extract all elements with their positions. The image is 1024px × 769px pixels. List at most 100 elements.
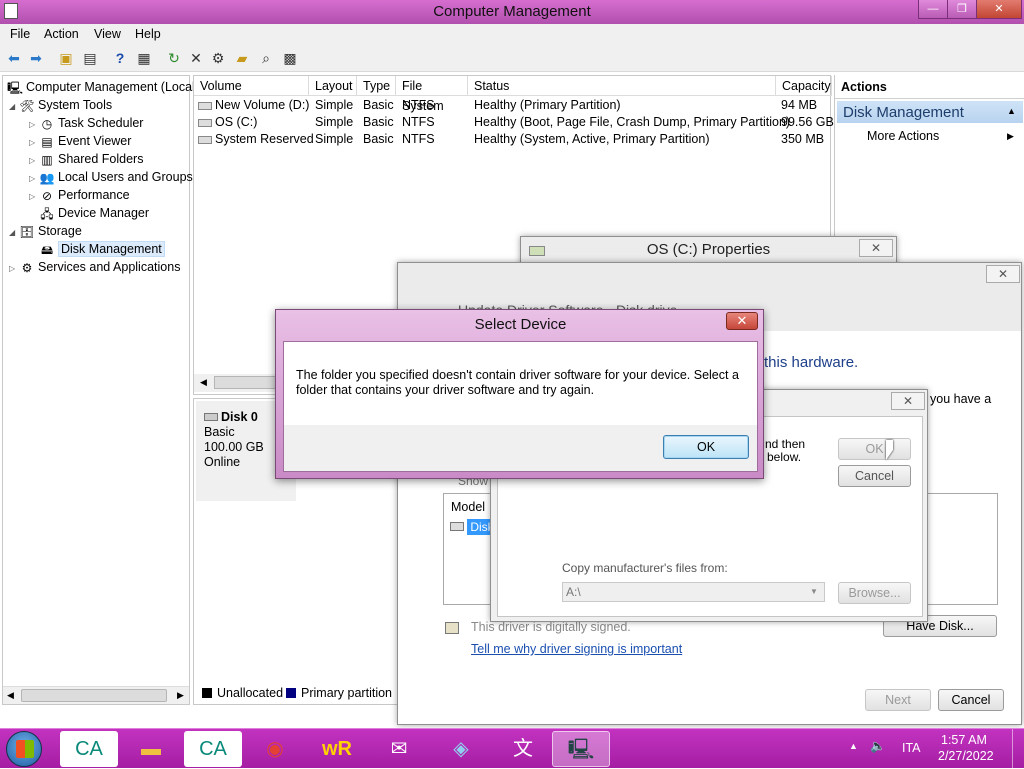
clock-icon: ◷ (41, 117, 53, 131)
more-actions-item[interactable]: More Actions (867, 129, 939, 143)
collapse-icon[interactable]: ◢ (9, 98, 19, 116)
table-row[interactable]: New Volume (D:) Simple Basic NTFS Health… (194, 97, 830, 114)
restore-button[interactable]: ❐ (947, 0, 977, 19)
show-hidden-icons[interactable]: ▲ (849, 741, 858, 751)
column-header-layout[interactable]: Layout (309, 76, 357, 96)
expand-icon[interactable]: ▷ (9, 260, 19, 278)
scroll-right-icon[interactable]: ▶ (177, 690, 184, 701)
have-a-text: you have a (930, 392, 992, 406)
menu-file[interactable]: File (10, 27, 30, 41)
winrar-icon[interactable]: wR (308, 731, 366, 767)
scrollbar-thumb[interactable] (214, 376, 280, 389)
up-folder-icon[interactable]: ▣ (57, 49, 75, 67)
volume-icon[interactable]: 🔈 (870, 739, 886, 754)
tree-item-performance[interactable]: ▷ ⊘ Performance (29, 186, 130, 204)
forward-arrow-icon[interactable]: ➡ (27, 49, 45, 67)
window-title-bar[interactable]: Computer Management — ❐ ✕ (0, 0, 1024, 24)
settings-icon[interactable]: ⚙ (209, 49, 227, 67)
install-ok-button[interactable]: OK (838, 438, 911, 460)
dropdown-arrow-icon[interactable]: ▼ (810, 587, 818, 596)
close-button[interactable]: ✕ (976, 0, 1022, 19)
maps-icon[interactable]: ◈ (432, 731, 490, 767)
table-row[interactable]: System Reserved Simple Basic NTFS Health… (194, 131, 830, 148)
tree-item-shared-folders[interactable]: ▷ ▥ Shared Folders (29, 150, 143, 168)
signed-driver-icon (445, 622, 459, 634)
tree-item-event-viewer[interactable]: ▷ ▤ Event Viewer (29, 132, 131, 150)
back-arrow-icon[interactable]: ⬅ (5, 49, 23, 67)
column-header-capacity[interactable]: Capacity (776, 76, 832, 96)
tree-item-task-scheduler[interactable]: ▷ ◷ Task Scheduler (29, 114, 143, 132)
volume-icon (198, 102, 212, 110)
properties-dialog-title: OS (C:) Properties (521, 237, 896, 263)
actions-header: Actions (835, 75, 1024, 99)
scroll-left-icon[interactable]: ◀ (200, 377, 207, 388)
gmail-icon[interactable]: ✉ (370, 731, 428, 767)
chrome-icon[interactable]: ◉ (246, 731, 304, 767)
column-header-file-system[interactable]: File System (396, 76, 468, 113)
disk-icon[interactable]: ▩ (281, 49, 299, 67)
tree-item-system-tools[interactable]: ◢ 🛠 System Tools (9, 96, 112, 114)
browse-button[interactable]: Browse... (838, 582, 911, 604)
minimize-button[interactable]: — (918, 0, 948, 19)
volume-icon (198, 119, 212, 127)
properties-close-button[interactable]: ✕ (859, 239, 893, 257)
column-header-status[interactable]: Status (468, 76, 776, 96)
ok-button[interactable]: OK (663, 435, 749, 459)
show-desktop-button[interactable] (1012, 729, 1024, 769)
volume-icon (198, 136, 212, 144)
language-indicator[interactable]: ITA (902, 741, 921, 755)
cancel-button[interactable]: Cancel (938, 689, 1004, 711)
copy-files-label: Copy manufacturer's files from: (562, 561, 728, 575)
refresh-icon[interactable]: ↻ (165, 49, 183, 67)
menu-action[interactable]: Action (44, 27, 79, 41)
delete-icon[interactable]: ✕ (187, 49, 205, 67)
tree-item-disk-management[interactable]: 🖴 Disk Management (29, 240, 165, 258)
collapse-arrow-icon[interactable]: ▲ (1007, 106, 1016, 116)
select-device-close-button[interactable]: ✕ (726, 312, 758, 330)
tree-horizontal-scrollbar[interactable]: ◀ ▶ (3, 686, 189, 704)
help-icon[interactable]: ? (111, 49, 129, 67)
tree-item-services-applications[interactable]: ▷ ⚙ Services and Applications (9, 258, 180, 276)
tree-item-computer-management[interactable]: 🖳 Computer Management (Local (7, 78, 195, 96)
table-row[interactable]: OS (C:) Simple Basic NTFS Healthy (Boot,… (194, 114, 834, 131)
volume-list-scrollbar[interactable]: ◀ (194, 374, 284, 392)
tree-item-storage[interactable]: ◢ 🗄 Storage (9, 222, 82, 240)
install-cancel-button[interactable]: Cancel (838, 465, 911, 487)
select-device-dialog: Select Device ✕ The folder you specified… (275, 309, 764, 479)
start-button[interactable] (6, 731, 42, 767)
column-header-volume[interactable]: Volume (194, 76, 309, 96)
next-button[interactable]: Next (865, 689, 931, 711)
update-driver-close-button[interactable]: ✕ (986, 265, 1020, 283)
properties-icon[interactable]: ▦ (135, 49, 153, 67)
menu-view[interactable]: View (94, 27, 121, 41)
collapse-icon[interactable]: ◢ (9, 224, 19, 242)
tools-icon: 🛠 (19, 99, 35, 113)
menu-help[interactable]: Help (135, 27, 161, 41)
credit-agricole-icon[interactable]: CA (184, 731, 242, 767)
search-icon[interactable]: ⌕ (257, 49, 275, 67)
legend-primary: Primary partition (301, 686, 392, 700)
clock-time[interactable]: 1:57 AM (941, 733, 987, 747)
translate-icon[interactable]: 文 (494, 731, 552, 767)
column-header-type[interactable]: Type (357, 76, 396, 96)
select-device-message: The folder you specified doesn't contain… (296, 368, 739, 397)
legend-unallocated: Unallocated (217, 686, 284, 700)
services-icon: ⚙ (21, 261, 33, 275)
legend-swatch-primary (286, 688, 296, 698)
scrollbar-thumb[interactable] (21, 689, 167, 702)
credit-agricole-icon[interactable]: CA (60, 731, 118, 767)
file-explorer-icon[interactable]: ▬ (122, 731, 180, 767)
open-folder-icon[interactable]: ▰ (233, 49, 251, 67)
tree-item-device-manager[interactable]: 🖧 Device Manager (29, 204, 149, 222)
storage-icon: 🗄 (19, 225, 35, 239)
clock-date[interactable]: 2/27/2022 (938, 749, 994, 763)
tree-item-local-users[interactable]: ▷ 👥 Local Users and Groups (29, 168, 193, 186)
menu-bar: File Action View Help (0, 24, 1024, 44)
computer-management-icon[interactable]: 🖳 (552, 731, 610, 767)
driver-signing-link[interactable]: Tell me why driver signing is important (471, 642, 682, 656)
actions-section-disk-management[interactable]: Disk Management ▲ (837, 101, 1023, 123)
show-hide-tree-icon[interactable]: ▤ (81, 49, 99, 67)
install-from-disk-close-button[interactable]: ✕ (891, 392, 925, 410)
scroll-left-icon[interactable]: ◀ (7, 690, 14, 701)
path-combobox[interactable]: A:\ ▼ (562, 582, 825, 602)
